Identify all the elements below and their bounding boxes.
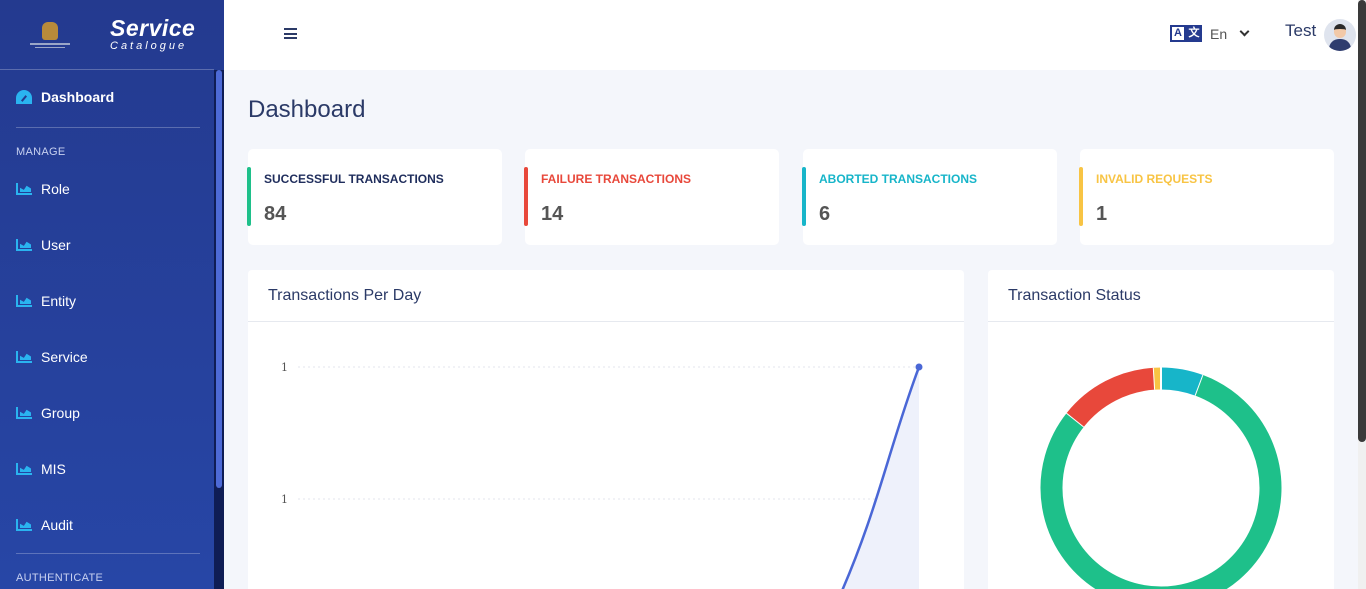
chart-icon <box>16 519 32 531</box>
panel-transactions-per-day: Transactions Per Day 11 <box>248 270 964 589</box>
emblem-logo <box>28 15 72 55</box>
sidebar-item-label: MIS <box>41 461 66 477</box>
stat-value: 1 <box>1096 203 1108 225</box>
stat-accent-bar <box>1079 167 1083 226</box>
sidebar-item-label: Role <box>41 181 70 197</box>
language-label: En <box>1210 25 1228 42</box>
donut-slice-failure <box>1066 367 1156 427</box>
sidebar-item-label: Dashboard <box>41 89 115 105</box>
stat-card-invalid: INVALID REQUESTS 1 <box>1079 149 1334 245</box>
stat-value: 84 <box>264 203 287 225</box>
stat-card-failure: FAILURE TRANSACTIONS 14 <box>524 149 779 245</box>
y-tick-label: 1 <box>281 493 288 506</box>
donut-slice-aborted <box>1160 367 1204 396</box>
sidebar: Service Catalogue Dashboard MANAGE Role … <box>0 0 224 589</box>
sidebar-item-role[interactable]: Role <box>16 181 70 197</box>
sidebar-item-mis[interactable]: MIS <box>16 461 66 477</box>
stat-label: ABORTED TRANSACTIONS <box>819 172 977 186</box>
stat-value: 14 <box>541 203 564 225</box>
y-tick-label: 1 <box>281 361 288 374</box>
chart-icon <box>16 463 32 475</box>
sidebar-divider <box>16 553 200 554</box>
brand[interactable]: Service Catalogue <box>0 0 214 70</box>
sidebar-item-audit[interactable]: Audit <box>16 517 73 533</box>
panel-transaction-status: Transaction Status <box>988 270 1334 589</box>
chart-icon <box>16 239 32 251</box>
avatar[interactable] <box>1324 19 1356 51</box>
logo-subtitle: Catalogue <box>110 40 188 52</box>
data-point <box>915 363 923 371</box>
stat-label: FAILURE TRANSACTIONS <box>541 172 691 186</box>
sidebar-divider <box>16 127 200 128</box>
stat-value: 6 <box>819 203 831 225</box>
line-chart: 11 <box>281 361 923 589</box>
donut-chart <box>1040 367 1282 589</box>
stat-accent-bar <box>247 167 251 226</box>
sidebar-item-label: Entity <box>41 293 77 309</box>
chart-icon <box>16 183 32 195</box>
user-name[interactable]: Test <box>1285 21 1316 41</box>
dashboard-gauge-icon <box>16 90 32 104</box>
stat-label: SUCCESSFUL TRANSACTIONS <box>264 172 444 186</box>
stat-card-successful: SUCCESSFUL TRANSACTIONS 84 <box>247 149 502 245</box>
translate-icon: A 文 <box>1170 25 1202 42</box>
section-label-manage: MANAGE <box>16 146 66 158</box>
sidebar-item-user[interactable]: User <box>16 237 71 253</box>
page-title: Dashboard <box>248 96 366 123</box>
sidebar-item-entity[interactable]: Entity <box>16 293 76 309</box>
chart-icon <box>16 351 32 363</box>
stat-label: INVALID REQUESTS <box>1096 172 1213 186</box>
sidebar-item-label: Audit <box>41 517 73 533</box>
sidebar-item-label: User <box>41 237 71 253</box>
stat-accent-bar <box>524 167 528 226</box>
sidebar-item-label: Group <box>41 405 80 421</box>
app-logo: Service Catalogue <box>110 17 195 52</box>
chart-icon <box>16 407 32 419</box>
stat-accent-bar <box>802 167 806 226</box>
sidebar-item-dashboard[interactable]: Dashboard <box>16 89 114 105</box>
sidebar-item-label: Service <box>41 349 88 365</box>
chart-icon <box>16 295 32 307</box>
logo-title: Service <box>110 15 196 41</box>
sidebar-item-service[interactable]: Service <box>16 349 88 365</box>
menu-toggle-icon[interactable] <box>284 28 297 39</box>
chevron-down-icon <box>1239 26 1250 37</box>
page-scrollbar-thumb[interactable] <box>1358 0 1366 442</box>
language-selector[interactable]: A 文 En <box>1170 25 1250 42</box>
section-label-authenticate: AUTHENTICATE <box>16 572 104 584</box>
top-bar: A 文 En Test <box>224 0 1358 70</box>
sidebar-item-group[interactable]: Group <box>16 405 80 421</box>
sidebar-scrollbar-thumb[interactable] <box>216 70 222 488</box>
stat-card-aborted: ABORTED TRANSACTIONS 6 <box>802 149 1057 245</box>
